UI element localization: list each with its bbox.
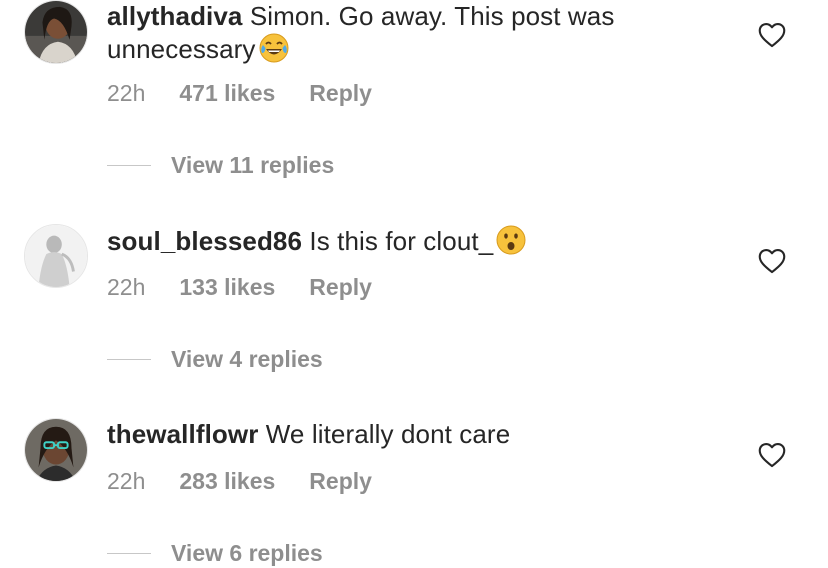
comment-meta: 22h 283 likes Reply: [107, 468, 372, 495]
comment-meta: 22h 471 likes Reply: [107, 80, 372, 107]
avatar[interactable]: [24, 224, 88, 288]
view-replies-button[interactable]: View 11 replies: [107, 152, 334, 179]
replies-divider: [107, 553, 151, 554]
replies-divider: [107, 359, 151, 360]
view-replies-label: View 11 replies: [171, 152, 335, 178]
comment-time: 22h: [107, 274, 146, 300]
comment-body: allythadiva Simon. Go away. This post wa…: [107, 0, 717, 65]
heart-outline-icon[interactable]: [758, 22, 786, 48]
heart-outline-icon[interactable]: [758, 442, 786, 468]
likes-count[interactable]: 471 likes: [179, 80, 275, 107]
comment-text: Is this for clout_: [309, 226, 494, 256]
replies-divider: [107, 165, 151, 166]
likes-count[interactable]: 283 likes: [179, 468, 275, 495]
comment-meta: 22h 133 likes Reply: [107, 274, 372, 301]
comment-body: thewallflowr We literally dont care: [107, 418, 717, 450]
view-replies-button[interactable]: View 6 replies: [107, 540, 323, 567]
face-with-open-mouth-icon: [495, 224, 527, 256]
reply-button[interactable]: Reply: [309, 80, 372, 107]
comment-time: 22h: [107, 80, 146, 106]
comment-body: soul_blessed86 Is this for clout_: [107, 224, 717, 257]
likes-count[interactable]: 133 likes: [179, 274, 275, 301]
avatar[interactable]: [24, 0, 88, 64]
comment-time: 22h: [107, 468, 146, 494]
comment-username[interactable]: allythadiva: [107, 1, 243, 31]
avatar[interactable]: [24, 418, 88, 482]
view-replies-button[interactable]: View 4 replies: [107, 346, 323, 373]
face-with-tears-of-joy-icon: [258, 32, 290, 64]
comment-text: We literally dont care: [265, 419, 511, 449]
comment-username[interactable]: thewallflowr: [107, 419, 258, 449]
reply-button[interactable]: Reply: [309, 468, 372, 495]
reply-button[interactable]: Reply: [309, 274, 372, 301]
view-replies-label: View 6 replies: [171, 540, 323, 566]
comment-username[interactable]: soul_blessed86: [107, 226, 302, 256]
view-replies-label: View 4 replies: [171, 346, 323, 372]
heart-outline-icon[interactable]: [758, 248, 786, 274]
